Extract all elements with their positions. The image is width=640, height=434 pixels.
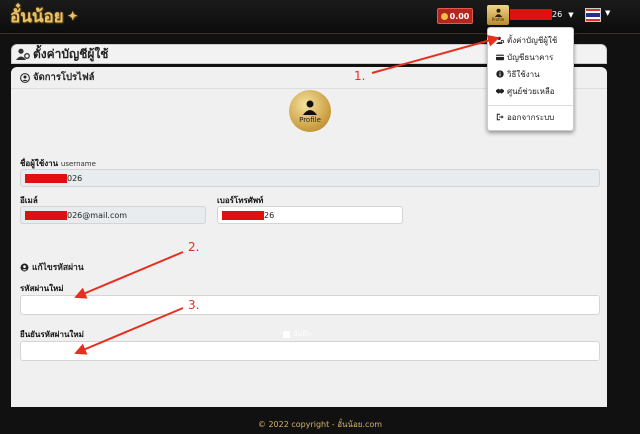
annotation-label-1: 1.: [354, 69, 366, 83]
annotation-arrow-2: [74, 251, 184, 299]
annotation-arrow-3: [74, 307, 184, 355]
annotation-arrows: [74, 34, 500, 355]
annotation-label-2: 2.: [188, 240, 200, 254]
annotation-label-3: 3.: [188, 298, 200, 312]
annotation-arrow-1: [371, 34, 500, 74]
